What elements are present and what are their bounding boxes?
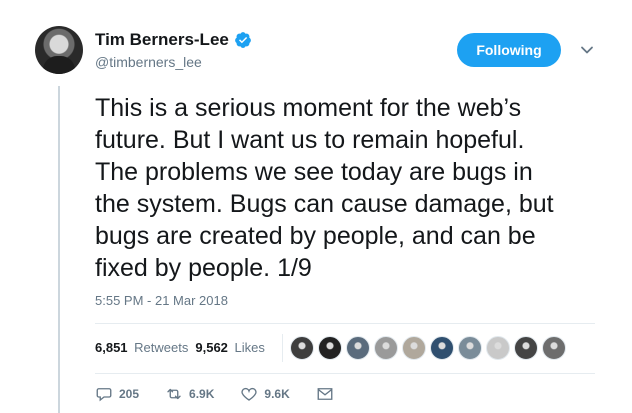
chevron-down-icon[interactable] <box>580 43 594 57</box>
liker-avatar[interactable] <box>542 336 566 360</box>
liker-avatar[interactable] <box>290 336 314 360</box>
tweet-actions: 205 6.9K 9.6K <box>95 385 366 403</box>
reply-button[interactable]: 205 <box>95 385 139 403</box>
liker-avatar[interactable] <box>514 336 538 360</box>
engagement-stats: 6,851 Retweets 9,562 Likes <box>95 340 272 355</box>
envelope-icon <box>317 388 333 400</box>
reply-count: 205 <box>119 387 140 401</box>
liker-avatar[interactable] <box>374 336 398 360</box>
author-handle[interactable]: @timberners_lee <box>95 54 202 70</box>
tweet-text: This is a serious moment for the web’s f… <box>95 92 615 284</box>
retweet-count: 6.9K <box>189 387 215 401</box>
liker-avatar[interactable] <box>430 336 454 360</box>
author-name[interactable]: Tim Berners-Lee <box>95 30 229 50</box>
following-button[interactable]: Following <box>457 33 561 67</box>
tweet-line: fixed by people. 1/9 <box>95 254 312 282</box>
verified-badge-icon <box>234 32 251 48</box>
divider <box>95 373 595 374</box>
direct-message-button[interactable] <box>316 385 340 403</box>
heart-icon <box>241 387 257 401</box>
tweet-line: the system. Bugs can cause damage, but <box>95 190 554 218</box>
retweet-button[interactable]: 6.9K <box>165 385 214 403</box>
liker-avatars <box>290 336 570 360</box>
liker-avatar[interactable] <box>346 336 370 360</box>
avatar[interactable] <box>35 26 83 74</box>
like-count: 9.6K <box>264 387 290 401</box>
retweets-count: 6,851 <box>95 340 128 355</box>
tweet-line: This is a serious moment for the web’s <box>95 94 522 122</box>
retweet-icon <box>167 388 181 400</box>
likes-count: 9,562 <box>195 340 228 355</box>
divider <box>95 323 595 324</box>
tweet-line: The problems we see today are bugs in <box>95 158 533 186</box>
stats-separator <box>282 334 283 362</box>
like-button[interactable]: 9.6K <box>240 385 290 403</box>
tweet-line: future. But I want us to remain hopeful. <box>95 126 525 154</box>
liker-avatar[interactable] <box>318 336 342 360</box>
retweets-stat[interactable]: 6,851 Retweets <box>95 340 188 355</box>
liker-avatar[interactable] <box>486 336 510 360</box>
author-name-row: Tim Berners-Lee <box>95 30 252 50</box>
likes-label: Likes <box>234 340 265 355</box>
reply-icon <box>96 388 112 402</box>
liker-avatar[interactable] <box>458 336 482 360</box>
liker-avatar[interactable] <box>402 336 426 360</box>
likes-stat[interactable]: 9,562 Likes <box>195 340 265 355</box>
thread-line <box>58 86 60 413</box>
tweet-timestamp[interactable]: 5:55 PM - 21 Mar 2018 <box>95 293 228 308</box>
tweet-line: bugs are created by people, and can be <box>95 222 536 250</box>
retweets-label: Retweets <box>134 340 189 355</box>
